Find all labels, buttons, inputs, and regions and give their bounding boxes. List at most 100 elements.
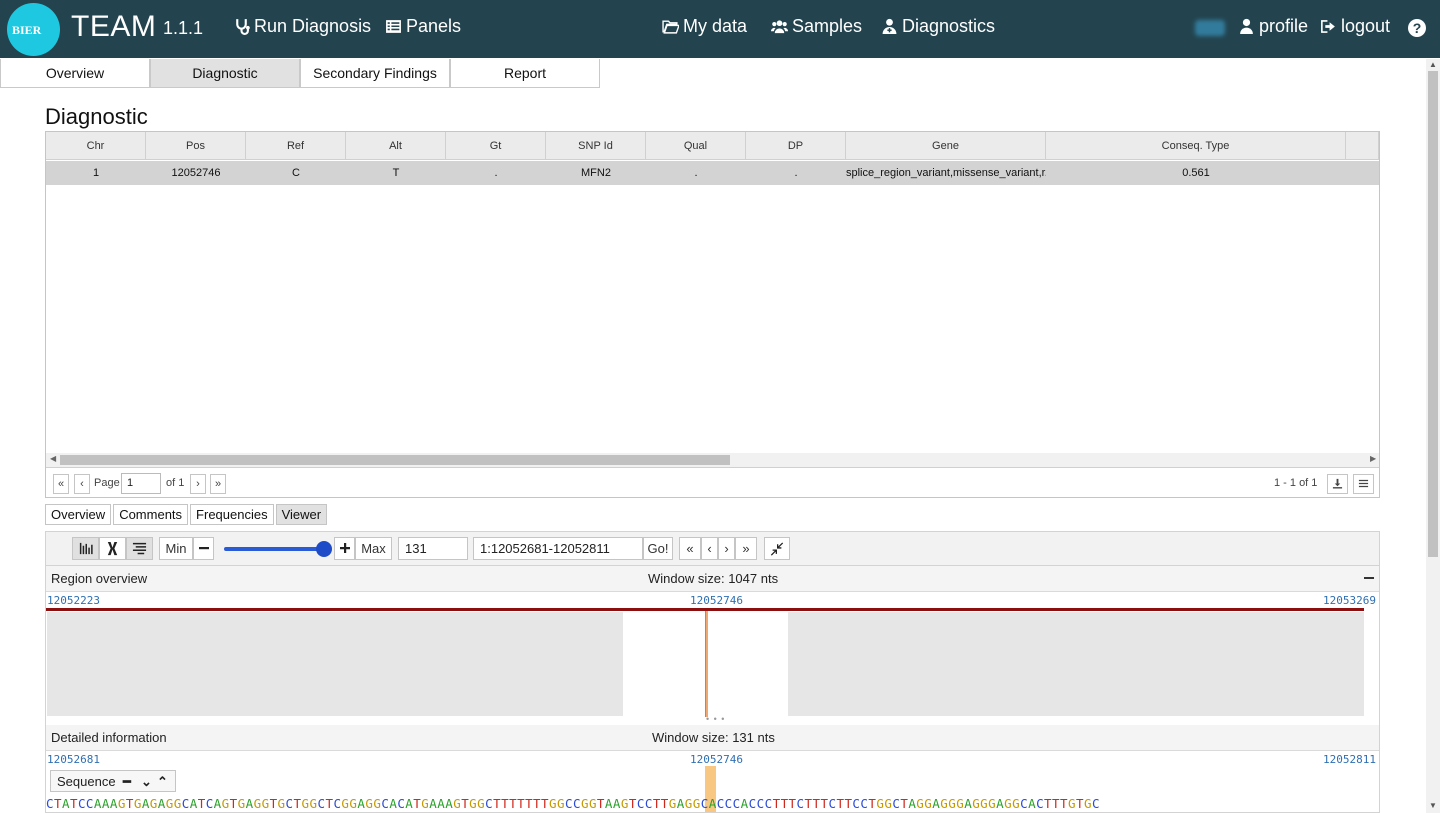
nav-diagnostics[interactable]: Diagnostics [881, 16, 995, 37]
karyotype-button[interactable] [72, 537, 99, 560]
page-number-input[interactable]: 1 [121, 473, 161, 494]
columns-menu-button[interactable] [1353, 474, 1374, 494]
subtab-comments[interactable]: Comments [113, 504, 189, 525]
column-header-gt[interactable]: Gt [446, 132, 546, 160]
scroll-left-arrow-icon[interactable]: ◀ [50, 454, 56, 463]
chromosome-button[interactable] [99, 537, 126, 560]
column-header-conseq-type[interactable]: Conseq. Type [1046, 132, 1346, 160]
cell-pos: 12052746 [171, 167, 221, 179]
plus-icon [339, 543, 350, 553]
cell-extra [1346, 161, 1379, 185]
grid-header: Chr Pos Ref Alt Gt SNP Id Qual DP Gene C… [46, 132, 1379, 160]
window-size-input[interactable]: 131 [398, 537, 468, 560]
last-page-button[interactable]: » [210, 474, 226, 494]
collapse-minus-icon[interactable] [1364, 577, 1374, 579]
region-button[interactable] [126, 537, 153, 560]
zoom-in-button[interactable] [334, 537, 355, 560]
nav-profile[interactable]: profile [1238, 16, 1308, 37]
detailed-info-title: Detailed information [51, 730, 167, 745]
logo-text: BIER [12, 23, 42, 37]
zoom-min-button[interactable]: Min [159, 537, 193, 560]
column-header-snp-id[interactable]: SNP Id [546, 132, 646, 160]
sequence-base: C [77, 796, 86, 811]
scroll-right-arrow-icon[interactable]: ▶ [1370, 454, 1376, 463]
subtab-viewer[interactable]: Viewer [275, 504, 328, 525]
nav-logout[interactable]: logout [1320, 16, 1390, 37]
zoom-max-button[interactable]: Max [355, 537, 392, 560]
sequence-base: A [101, 796, 110, 811]
nav-panels[interactable]: Panels [385, 16, 461, 37]
app-brand[interactable]: TEAM [71, 10, 156, 44]
scroll-down-arrow-icon[interactable]: ▼ [1429, 801, 1437, 810]
move-right-button[interactable]: › [718, 537, 735, 560]
zoom-out-button[interactable] [193, 537, 214, 560]
subtab-frequencies[interactable]: Frequencies [190, 504, 274, 525]
tab-overview[interactable]: Overview [0, 59, 150, 88]
range-text: 1 - 1 of 1 [1274, 477, 1318, 489]
help-icon[interactable]: ? [1408, 19, 1426, 37]
sequence-base: A [612, 796, 621, 811]
sequence-base: T [501, 796, 510, 811]
move-far-right-button[interactable]: » [735, 537, 757, 560]
sequence-base: T [1052, 796, 1061, 811]
next-page-button[interactable]: › [190, 474, 206, 494]
track-move-up-icon[interactable]: ⌃ [157, 774, 168, 790]
page-scrollbar-thumb[interactable] [1428, 71, 1438, 557]
sequence-base: G [469, 796, 478, 811]
sequence-base: G [980, 796, 989, 811]
column-header-ref[interactable]: Ref [246, 132, 346, 160]
column-header-extra[interactable] [1346, 132, 1379, 160]
track-minimize-icon[interactable]: ━ [123, 774, 131, 790]
first-page-button[interactable]: « [53, 474, 69, 494]
sequence-base: C [181, 796, 190, 811]
scroll-up-arrow-icon[interactable]: ▲ [1429, 60, 1437, 69]
tab-report[interactable]: Report [450, 59, 600, 88]
page-scrollbar[interactable]: ▲ ▼ [1426, 59, 1440, 813]
sequence-base: G [684, 796, 693, 811]
page-count: of 1 [166, 477, 185, 489]
download-button[interactable] [1327, 474, 1348, 494]
list-alt-icon [386, 20, 401, 33]
sequence-base: T [780, 796, 789, 811]
sequence-base: T [69, 796, 78, 811]
track-move-down-icon[interactable]: ⌄ [141, 774, 152, 790]
sequence-base: G [692, 796, 701, 811]
download-icon [1332, 478, 1343, 489]
grid-pager: « ‹ Page 1 of 1 › » 1 - 1 of 1 [46, 467, 1379, 497]
collapse-button[interactable] [764, 537, 790, 560]
grid-horizontal-scrollbar[interactable]: ◀ ▶ [46, 453, 1379, 467]
nav-logout-label: logout [1341, 16, 1391, 36]
region-search-input[interactable]: 1:12052681-12052811 [473, 537, 643, 560]
nav-samples[interactable]: Samples [771, 16, 862, 37]
move-far-left-button[interactable]: « [679, 537, 701, 560]
tab-diagnostic[interactable]: Diagnostic [150, 59, 300, 88]
go-button[interactable]: Go! [643, 537, 673, 560]
nav-run-diagnosis[interactable]: Run Diagnosis [233, 16, 371, 37]
main-tabs: Overview Diagnostic Secondary Findings R… [0, 59, 600, 88]
column-header-dp[interactable]: DP [746, 132, 846, 160]
tab-secondary-findings[interactable]: Secondary Findings [300, 59, 450, 88]
column-header-gene[interactable]: Gene [846, 132, 1046, 160]
grid-scrollbar-thumb[interactable] [60, 455, 730, 465]
table-row[interactable]: 1 12052746 C T . MFN2 . . splice_region_… [46, 161, 1379, 185]
subtab-overview[interactable]: Overview [45, 504, 112, 525]
sequence-base: G [477, 796, 486, 811]
nav-my-data[interactable]: My data [662, 16, 747, 37]
column-header-qual[interactable]: Qual [646, 132, 746, 160]
column-header-pos[interactable]: Pos [146, 132, 246, 160]
sequence-base: A [445, 796, 454, 811]
sequence-base: C [636, 796, 645, 811]
zoom-slider[interactable] [224, 547, 324, 551]
sequence-base: C [764, 796, 773, 811]
zoom-slider-handle[interactable] [316, 541, 332, 557]
resize-handle[interactable]: • • • [706, 714, 725, 724]
prev-page-button[interactable]: ‹ [74, 474, 90, 494]
move-left-button[interactable]: ‹ [701, 537, 718, 560]
sequence-track: CTATCCAAAGTGAGAGGCATCAGTGAGGTGCTGGCTCGGA… [46, 796, 1100, 811]
sequence-base: G [149, 796, 158, 811]
column-header-alt[interactable]: Alt [346, 132, 446, 160]
sequence-base: G [221, 796, 230, 811]
sequence-base: A [964, 796, 973, 811]
bier-logo[interactable]: BIER [7, 3, 60, 56]
column-header-chr[interactable]: Chr [46, 132, 146, 160]
